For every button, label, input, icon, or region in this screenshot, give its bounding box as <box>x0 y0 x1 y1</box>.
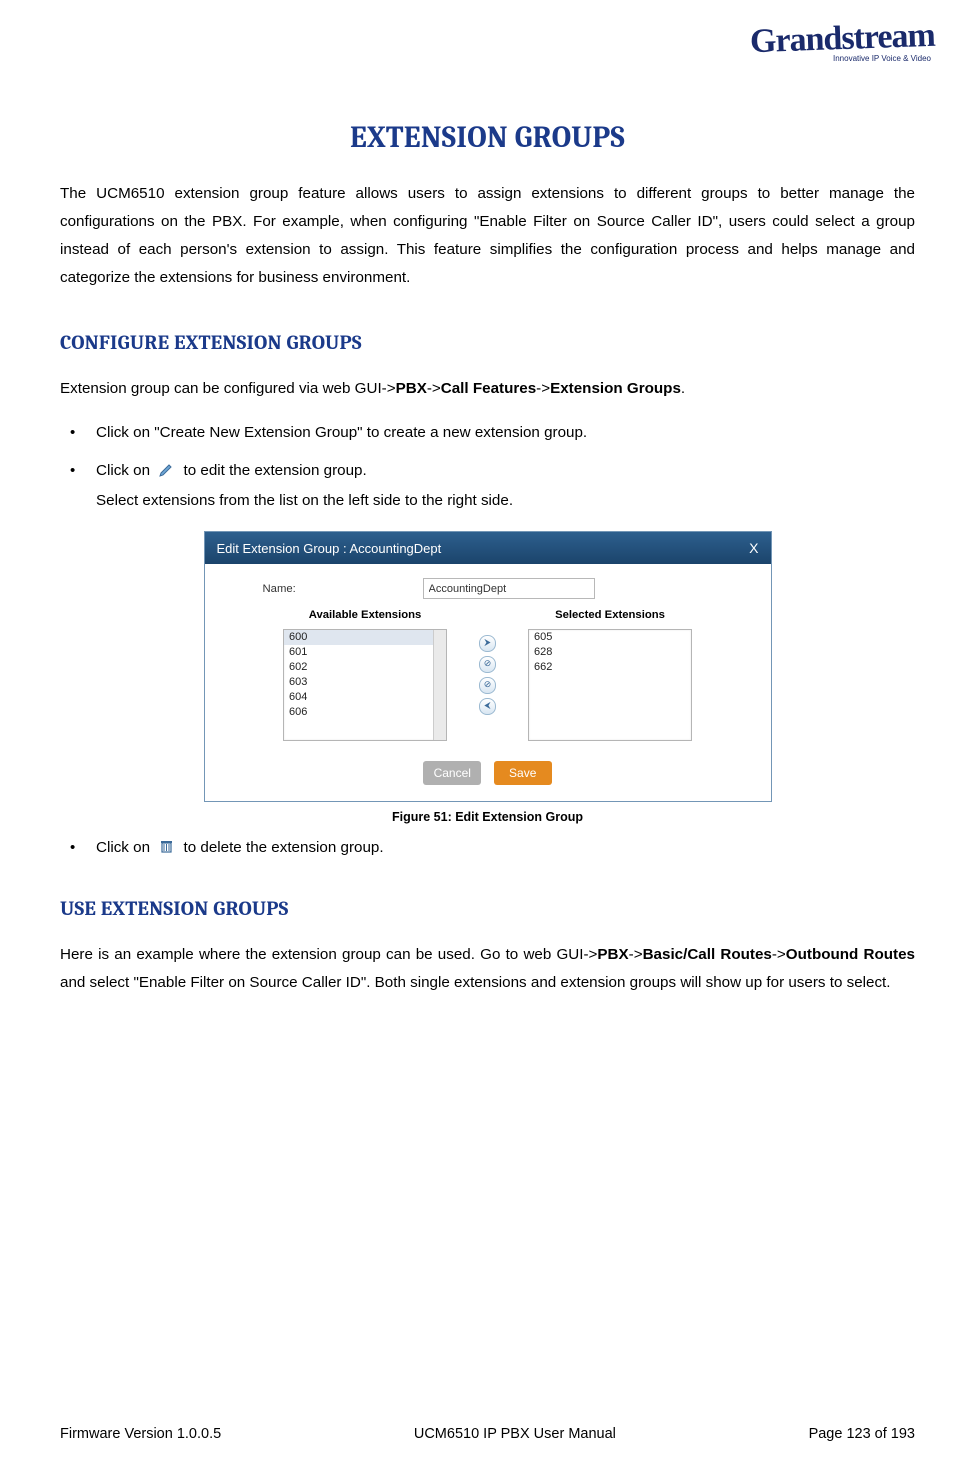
use-suffix: and select "Enable Filter on Source Call… <box>60 974 891 991</box>
list-item[interactable]: 628 <box>529 645 691 660</box>
path-ext-groups: Extension Groups <box>550 380 681 397</box>
brand-logo-text: Grandstream <box>750 17 936 61</box>
selected-extensions-listbox[interactable]: 605 628 662 <box>528 629 692 741</box>
edit-extension-group-dialog: Edit Extension Group : AccountingDept X … <box>204 531 772 802</box>
name-input[interactable] <box>423 578 595 599</box>
save-button[interactable]: Save <box>494 761 552 785</box>
list-item[interactable]: 602 <box>284 660 433 675</box>
figure-caption: Figure 51: Edit Extension Group <box>60 810 915 824</box>
list-item[interactable]: 606 <box>284 705 433 720</box>
list-item[interactable]: 605 <box>529 630 691 645</box>
sep2-2: -> <box>772 946 786 963</box>
path2-outbound: Outbound Routes <box>786 946 915 963</box>
list-item[interactable]: 662 <box>529 660 691 675</box>
page-title: EXTENSION GROUPS <box>60 120 915 155</box>
move-right-icon[interactable]: ⊘ <box>479 656 496 673</box>
configure-heading: CONFIGURE EXTENSION GROUPS <box>60 332 915 355</box>
page-footer: Firmware Version 1.0.0.5 UCM6510 IP PBX … <box>60 1426 915 1442</box>
bullet-delete: Click on to delete the extension group. <box>60 838 915 858</box>
intro-paragraph: The UCM6510 extension group feature allo… <box>60 180 915 292</box>
dialog-titlebar: Edit Extension Group : AccountingDept X <box>205 532 771 564</box>
selected-extensions-header: Selected Extensions <box>555 609 665 621</box>
list-item[interactable]: 600 <box>284 630 433 645</box>
path-call-features: Call Features <box>441 380 536 397</box>
use-prefix: Here is an example where the extension g… <box>60 946 597 963</box>
path2-basic: Basic/Call Routes <box>643 946 772 963</box>
list-item[interactable]: 604 <box>284 690 433 705</box>
bullet-edit: Click on to edit the extension group. Se… <box>60 461 915 511</box>
move-right-all-icon[interactable]: ⮞ <box>479 635 496 652</box>
bullet-edit-suffix: to edit the extension group. <box>183 462 366 479</box>
brand-logo: Grandstream Innovative IP Voice & Video <box>750 20 935 63</box>
use-heading: USE EXTENSION GROUPS <box>60 898 915 921</box>
list-item[interactable]: 603 <box>284 675 433 690</box>
bullet-create: Click on "Create New Extension Group" to… <box>60 423 915 443</box>
name-label: Name: <box>223 583 423 595</box>
trash-delete-icon <box>158 838 175 855</box>
footer-firmware: Firmware Version 1.0.0.5 <box>60 1426 221 1442</box>
sep2-1: -> <box>629 946 643 963</box>
cancel-button[interactable]: Cancel <box>423 761 481 785</box>
close-icon[interactable]: X <box>749 540 758 556</box>
bullet-delete-suffix: to delete the extension group. <box>183 839 383 856</box>
path2-pbx: PBX <box>597 946 628 963</box>
bullet-edit-subline: Select extensions from the list on the l… <box>96 491 915 511</box>
available-extensions-header: Available Extensions <box>309 609 422 621</box>
footer-page: Page 123 of 193 <box>809 1426 915 1442</box>
use-paragraph: Here is an example where the extension g… <box>60 941 915 997</box>
pencil-edit-icon <box>158 461 175 478</box>
lead-prefix: Extension group can be configured via we… <box>60 380 396 397</box>
bullet-edit-prefix: Click on <box>96 462 154 479</box>
sep2: -> <box>536 380 550 397</box>
list-item[interactable]: 601 <box>284 645 433 660</box>
bullet-delete-prefix: Click on <box>96 839 154 856</box>
configure-lead: Extension group can be configured via we… <box>60 375 915 403</box>
transfer-buttons: ⮞ ⊘ ⊘ ⮜ <box>479 609 496 741</box>
move-left-all-icon[interactable]: ⮜ <box>479 698 496 715</box>
footer-manual: UCM6510 IP PBX User Manual <box>414 1426 616 1442</box>
lead-suffix: . <box>681 380 685 397</box>
sep1: -> <box>427 380 441 397</box>
dialog-title: Edit Extension Group : AccountingDept <box>217 541 442 556</box>
available-extensions-listbox[interactable]: 600 601 602 603 604 606 <box>283 629 447 741</box>
path-pbx: PBX <box>396 380 427 397</box>
scrollbar[interactable] <box>433 630 446 740</box>
move-left-icon[interactable]: ⊘ <box>479 677 496 694</box>
